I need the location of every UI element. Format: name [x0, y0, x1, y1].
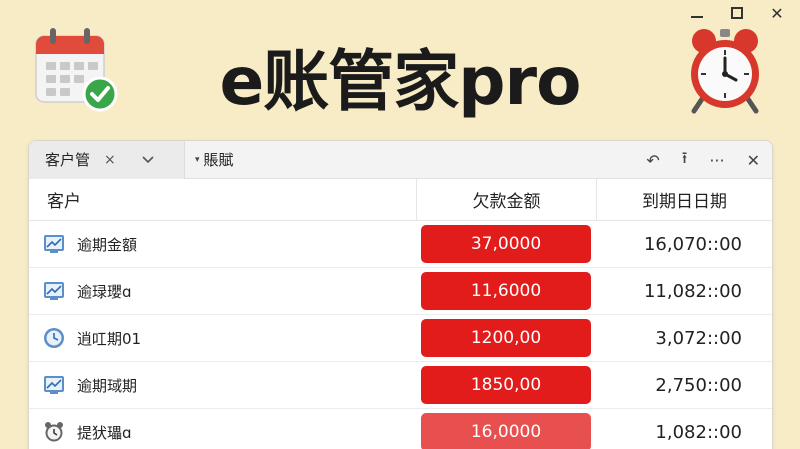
- customer-cell: 逾琭瓔ɑ: [29, 280, 416, 302]
- amount-badge: 37,0000: [421, 225, 591, 263]
- amount-cell: 1200,00: [416, 319, 596, 357]
- minimize-icon: [691, 16, 703, 18]
- amount-badge: 11,6000: [421, 272, 591, 310]
- amount-cell: 1850,00: [416, 366, 596, 404]
- caret-down-icon: ▾: [195, 154, 200, 165]
- header-customer[interactable]: 客户: [29, 187, 416, 212]
- tab-customer-management[interactable]: 客户管 ×: [29, 141, 185, 179]
- chevron-down-icon[interactable]: [142, 153, 154, 167]
- customer-cell: 提犾瓃ɑ: [29, 421, 416, 443]
- amount-badge: 16,0000: [421, 413, 591, 449]
- table-body: 逾期金額 37,0000 16,070::00逾琭瓔ɑ 11,6000 11,082::…: [29, 221, 772, 449]
- customer-name: 逍叿期01: [77, 329, 142, 348]
- tab-close-icon[interactable]: ×: [104, 152, 116, 168]
- table-row[interactable]: 提犾瓃ɑ 16,0000 1,082::00: [29, 409, 772, 449]
- table-row[interactable]: 逍叿期01 1200,00 3,072::00: [29, 315, 772, 362]
- header-due-date[interactable]: 到期日日期: [596, 179, 772, 220]
- more-icon[interactable]: ···: [709, 151, 724, 170]
- amount-badge: 1200,00: [421, 319, 591, 357]
- amount-cell: 11,6000: [416, 272, 596, 310]
- chart-icon: [43, 374, 65, 396]
- table-row[interactable]: 逾期金額 37,0000 16,070::00: [29, 221, 772, 268]
- chart-icon: [43, 233, 65, 255]
- main-panel: 客户管 × ▾ 賬賦 ↶ ⭱ ··· ✕ 客户 欠款金额 到期日日期 逾期金額 3…: [28, 140, 773, 449]
- customer-name: 逾琭瓔ɑ: [77, 282, 132, 301]
- customer-name: 逾期金額: [77, 235, 138, 254]
- header-amount[interactable]: 欠款金额: [416, 179, 596, 220]
- due-date-cell: 1,082::00: [655, 421, 742, 443]
- undo-icon[interactable]: ↶: [646, 151, 659, 170]
- tab-accounts[interactable]: ▾ 賬賦: [185, 149, 234, 170]
- amount-cell: 37,0000: [416, 225, 596, 263]
- customer-name: 逾期琙期: [77, 376, 138, 395]
- close-panel-icon[interactable]: ✕: [747, 151, 760, 170]
- due-date-cell: 16,070::00: [643, 233, 742, 255]
- alarm-icon: [43, 421, 65, 443]
- customer-cell: 逍叿期01: [29, 327, 416, 349]
- table-row[interactable]: 逾期琙期 1850,00 2,750::00: [29, 362, 772, 409]
- customer-name: 提犾瓃ɑ: [77, 423, 132, 442]
- due-date-cell: 11,082::00: [643, 280, 742, 302]
- close-window-button[interactable]: ✕: [764, 4, 790, 23]
- due-date-cell: 3,072::00: [655, 327, 742, 349]
- clock-icon: [43, 327, 65, 349]
- alarm-clock-icon: [691, 29, 759, 114]
- table-row[interactable]: 逾琭瓔ɑ 11,6000 11,082::00: [29, 268, 772, 315]
- upload-icon[interactable]: ⭱: [682, 147, 688, 174]
- tab-label: 賬賦: [203, 151, 234, 169]
- customer-cell: 逾期琙期: [29, 374, 416, 396]
- chart-icon: [43, 280, 65, 302]
- tab-label: 客户管: [45, 151, 91, 169]
- maximize-icon: [731, 7, 743, 19]
- customer-cell: 逾期金額: [29, 233, 416, 255]
- amount-badge: 1850,00: [421, 366, 591, 404]
- maximize-button[interactable]: [724, 4, 750, 22]
- panel-toolbar: ↶ ⭱ ··· ✕: [646, 141, 760, 179]
- table-header: 客户 欠款金额 到期日日期: [29, 179, 772, 221]
- amount-cell: 16,0000: [416, 413, 596, 449]
- minimize-button[interactable]: [684, 4, 710, 22]
- tab-bar: 客户管 × ▾ 賬賦 ↶ ⭱ ··· ✕: [29, 141, 772, 179]
- window-controls: ✕: [684, 4, 790, 23]
- due-date-cell: 2,750::00: [655, 374, 742, 396]
